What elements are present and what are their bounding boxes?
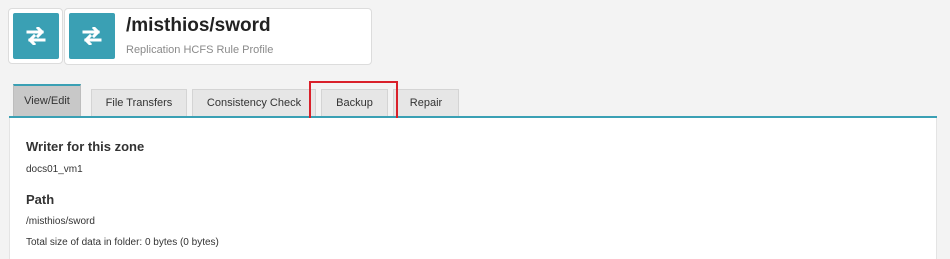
page-title: /misthios/sword [126,15,271,36]
writer-heading: Writer for this zone [26,139,145,154]
view-edit-panel: Writer for this zone docs01_vm1 Path /mi… [9,118,937,259]
tab-file-transfers[interactable]: File Transfers [91,89,187,116]
transfer-arrows-icon[interactable] [13,13,59,59]
tab-repair[interactable]: Repair [393,89,459,116]
rule-header-card: /misthios/sword Replication HCFS Rule Pr… [64,8,372,65]
writer-value: docs01_vm1 [26,164,83,175]
tab-view-edit[interactable]: View/Edit [13,84,81,116]
page-subtitle: Replication HCFS Rule Profile [126,44,274,56]
tab-backup[interactable]: Backup [321,89,388,116]
path-heading: Path [26,192,55,207]
tab-consistency-check[interactable]: Consistency Check [192,89,316,116]
nav-back-tile[interactable] [8,8,63,64]
transfer-arrows-icon [69,13,115,59]
total-size-text: Total size of data in folder: 0 bytes (0… [26,237,219,248]
tab-bar: View/Edit File Transfers Consistency Che… [9,82,937,118]
path-value: /misthios/sword [26,216,95,227]
